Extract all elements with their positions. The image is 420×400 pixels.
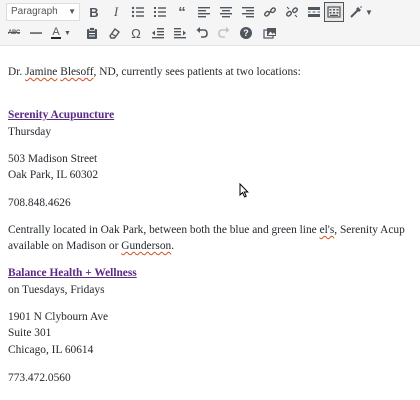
mouse-pointer-icon bbox=[239, 183, 249, 198]
outdent-button[interactable] bbox=[148, 23, 168, 43]
location-1-description-line-1: Centrally located in Oak Park, between b… bbox=[8, 224, 405, 236]
location-2-phone: 773.472.0560 bbox=[8, 372, 71, 384]
link-button[interactable] bbox=[260, 2, 280, 22]
location-1-street: 503 Madison Street bbox=[8, 153, 98, 165]
strikethrough-button[interactable]: ABC bbox=[4, 23, 24, 43]
italic-button[interactable]: I bbox=[106, 2, 126, 22]
media-icon bbox=[263, 28, 276, 39]
editor-toolbar: Paragraph ▼ B I “ ▼ ABC A ▼ Ω ? bbox=[0, 0, 420, 46]
location-1-city: Oak Park, IL 60302 bbox=[8, 169, 99, 181]
toolbar-row-2: ABC A ▼ Ω ? bbox=[0, 22, 420, 44]
location-1-phone: 708.848.4626 bbox=[8, 197, 71, 209]
location-1-days: Thursday bbox=[8, 126, 52, 138]
location-1-heading: Serenity Acupuncture bbox=[8, 107, 114, 124]
outdent-icon bbox=[152, 28, 164, 39]
toolbar-row-1: Paragraph ▼ B I “ ▼ bbox=[0, 1, 420, 23]
text-color-icon: A bbox=[51, 26, 62, 39]
media-button[interactable] bbox=[260, 23, 280, 43]
clear-formatting-button[interactable] bbox=[104, 23, 124, 43]
paint-dropdown-button[interactable]: ▼ bbox=[346, 2, 374, 22]
spell-error-word: el's bbox=[319, 224, 335, 236]
location-2-street: 1901 N Clybourn Ave bbox=[8, 311, 109, 323]
bullet-list-icon bbox=[131, 6, 144, 18]
unlink-icon bbox=[285, 6, 299, 18]
align-right-button[interactable] bbox=[238, 2, 258, 22]
location-2-suite: Suite 301 bbox=[8, 327, 52, 339]
unlink-button[interactable] bbox=[282, 2, 302, 22]
special-character-button[interactable]: Ω bbox=[126, 23, 146, 43]
clear-formatting-icon bbox=[109, 28, 120, 39]
bullet-list-button[interactable] bbox=[128, 2, 148, 22]
redo-icon bbox=[218, 27, 230, 38]
blockquote-icon: “ bbox=[178, 3, 186, 21]
location-1-description-line-2: available on Madison or Gunderson. bbox=[8, 240, 175, 252]
align-center-icon bbox=[220, 7, 232, 18]
read-more-icon bbox=[308, 7, 320, 17]
format-select-value: Paragraph bbox=[11, 6, 58, 17]
redo-button[interactable] bbox=[214, 23, 234, 43]
align-left-button[interactable] bbox=[194, 2, 214, 22]
align-right-icon bbox=[242, 7, 254, 18]
horizontal-line-icon bbox=[30, 32, 42, 34]
undo-icon bbox=[196, 27, 208, 38]
bold-icon: B bbox=[89, 4, 99, 20]
spell-error-word: Blesoff bbox=[60, 66, 94, 78]
read-more-button[interactable] bbox=[304, 2, 324, 22]
help-button[interactable]: ? bbox=[236, 23, 256, 43]
paint-icon bbox=[350, 6, 362, 18]
intro-paragraph: Dr. Jamine Blesoff, ND, currently sees p… bbox=[8, 66, 301, 78]
align-left-icon bbox=[198, 7, 210, 18]
align-center-button[interactable] bbox=[216, 2, 236, 22]
location-2-days: on Tuesdays, Fridays bbox=[8, 284, 105, 296]
spell-error-word: Jamine bbox=[25, 66, 58, 78]
chevron-down-icon: ▼ bbox=[64, 29, 71, 37]
link-icon bbox=[263, 7, 277, 17]
strikethrough-icon: ABC bbox=[7, 30, 21, 36]
indent-button[interactable] bbox=[170, 23, 190, 43]
paste-text-button[interactable] bbox=[82, 23, 102, 43]
special-character-icon: Ω bbox=[131, 25, 141, 41]
spell-error-word: Gunderson bbox=[121, 240, 172, 252]
indent-icon bbox=[174, 28, 186, 39]
paste-text-icon bbox=[87, 27, 97, 39]
location-2-link[interactable]: Balance Health + Wellness bbox=[8, 267, 137, 279]
location-2-city: Chicago, IL 60614 bbox=[8, 344, 94, 356]
numbered-list-button[interactable] bbox=[150, 2, 170, 22]
horizontal-line-button[interactable] bbox=[26, 23, 46, 43]
location-1-link[interactable]: Serenity Acupuncture bbox=[8, 109, 114, 121]
numbered-list-icon bbox=[154, 7, 166, 17]
text-color-button[interactable]: A ▼ bbox=[48, 23, 74, 43]
location-2-heading: Balance Health + Wellness bbox=[8, 265, 137, 282]
toolbar-toggle-button[interactable] bbox=[324, 2, 344, 22]
chevron-down-icon: ▼ bbox=[365, 7, 373, 17]
help-icon: ? bbox=[240, 27, 252, 39]
italic-icon: I bbox=[113, 4, 119, 19]
bold-button[interactable]: B bbox=[84, 2, 104, 22]
format-select[interactable]: Paragraph ▼ bbox=[6, 3, 80, 21]
blockquote-button[interactable]: “ bbox=[172, 2, 192, 22]
chevron-down-icon: ▼ bbox=[68, 7, 76, 16]
undo-button[interactable] bbox=[192, 23, 212, 43]
toolbar-toggle-icon bbox=[327, 6, 341, 18]
